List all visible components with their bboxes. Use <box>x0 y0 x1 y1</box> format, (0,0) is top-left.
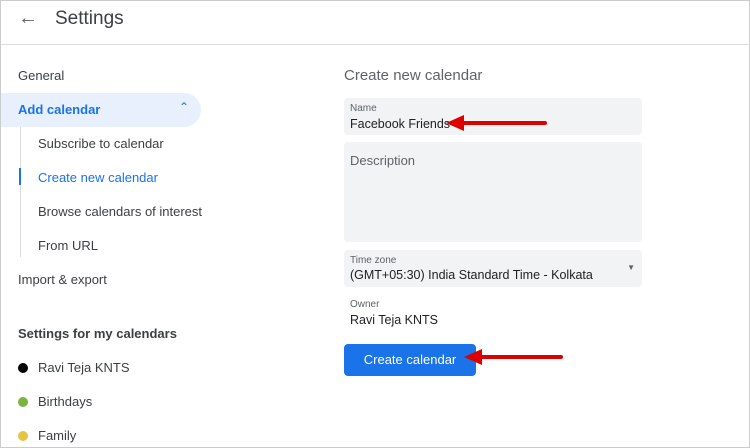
sub-nav-active-indicator <box>19 168 21 185</box>
sidebar-item-general[interactable]: General <box>18 68 64 83</box>
description-placeholder: Description <box>350 153 416 168</box>
sub-nav-line <box>20 127 21 257</box>
calendar-color-dot <box>18 397 28 407</box>
page-title: Settings <box>55 8 124 29</box>
sidebar-item-add-calendar[interactable]: Add calendar <box>18 102 100 117</box>
sidebar-calendar-item[interactable]: Family <box>38 428 76 443</box>
name-label: Name <box>350 103 377 114</box>
back-arrow-icon[interactable]: ← <box>18 7 38 30</box>
annotation-arrow-shaft <box>461 121 547 125</box>
annotation-arrow-shaft <box>479 355 563 359</box>
calendar-color-dot <box>18 431 28 441</box>
my-calendars-heading: Settings for my calendars <box>18 326 177 341</box>
sidebar-item-browse[interactable]: Browse calendars of interest <box>38 204 202 219</box>
create-calendar-button[interactable]: Create calendar <box>344 344 476 376</box>
sidebar-item-from-url[interactable]: From URL <box>38 238 98 253</box>
dropdown-arrow-icon: ▼ <box>627 263 635 272</box>
form-heading: Create new calendar <box>344 67 483 84</box>
sidebar-item-import-export[interactable]: Import & export <box>18 272 107 287</box>
timezone-label: Time zone <box>350 255 397 266</box>
description-field[interactable]: Description <box>344 142 642 242</box>
name-value: Facebook Friends <box>350 117 451 131</box>
timezone-select[interactable]: Time zone (GMT+05:30) India Standard Tim… <box>344 250 642 287</box>
calendar-color-dot <box>18 363 28 373</box>
sidebar-item-create-new[interactable]: Create new calendar <box>38 170 158 185</box>
name-field[interactable]: Name Facebook Friends <box>344 98 642 135</box>
sidebar-calendar-item[interactable]: Ravi Teja KNTS <box>38 360 130 375</box>
owner-label: Owner <box>350 299 380 310</box>
chevron-up-icon[interactable]: ⌃ <box>179 100 189 114</box>
sidebar-calendar-item[interactable]: Birthdays <box>38 394 92 409</box>
timezone-value: (GMT+05:30) India Standard Time - Kolkat… <box>350 268 593 282</box>
sidebar-item-subscribe[interactable]: Subscribe to calendar <box>38 136 164 151</box>
owner-value: Ravi Teja KNTS <box>350 313 438 327</box>
header: ← Settings <box>1 1 750 45</box>
